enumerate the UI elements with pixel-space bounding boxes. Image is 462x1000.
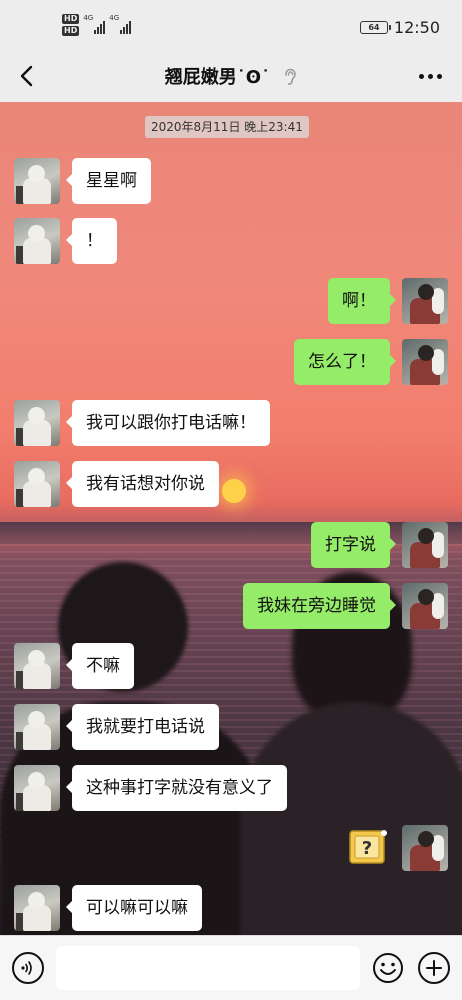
avatar[interactable] xyxy=(402,583,448,629)
chat-area[interactable]: 2020年8月11日 晚上23:41 星星啊 ！ 啊！ 怎么了！ 我可以跟你打电… xyxy=(0,102,462,935)
clock: 12:50 xyxy=(393,18,440,37)
signal-icon: 4G xyxy=(109,14,132,34)
more-dots-icon[interactable] xyxy=(416,64,444,88)
ear-mute-icon xyxy=(283,68,297,90)
battery-level: 64 xyxy=(368,23,380,32)
message-bubble[interactable]: 怎么了！ xyxy=(294,339,396,385)
message-row: 我妹在旁边睡觉 xyxy=(231,583,448,629)
avatar[interactable] xyxy=(402,522,448,568)
battery-icon: 64 xyxy=(359,21,391,34)
message-row: 这种事打字就没有意义了 xyxy=(14,765,299,811)
message-bubble[interactable]: 打字说 xyxy=(311,522,396,568)
hd-badge: HD xyxy=(62,14,80,24)
message-row: 可以嘛可以嘛 xyxy=(14,885,214,931)
chat-header: 翘屁嫩男˙ʘ˙ xyxy=(0,50,462,102)
avatar[interactable] xyxy=(14,885,60,931)
message-bubble[interactable]: 我有话想对你说 xyxy=(66,461,219,507)
message-row: 打字说 xyxy=(299,522,448,568)
message-bubble[interactable]: 我就要打电话说 xyxy=(66,704,219,750)
avatar[interactable] xyxy=(14,461,60,507)
avatar[interactable] xyxy=(14,765,60,811)
avatar[interactable] xyxy=(14,400,60,446)
avatar[interactable] xyxy=(402,278,448,324)
message-row: 啊！ xyxy=(316,278,448,324)
message-row: 星星啊 xyxy=(14,158,163,204)
avatar[interactable] xyxy=(14,218,60,264)
avatar[interactable] xyxy=(14,643,60,689)
voice-icon[interactable] xyxy=(12,952,44,984)
signal-group: HD HD 4G 4G xyxy=(62,14,132,36)
signal-icon: 4G xyxy=(83,14,106,34)
message-bubble[interactable]: 我可以跟你打电话嘛！ xyxy=(66,400,270,446)
chat-title[interactable]: 翘屁嫩男˙ʘ˙ xyxy=(165,67,270,88)
message-bubble[interactable]: 不嘛 xyxy=(66,643,134,689)
hd-indicators: HD HD xyxy=(62,14,80,36)
avatar[interactable] xyxy=(14,704,60,750)
network-type: 4G xyxy=(83,14,94,22)
status-bar: HD HD 4G 4G 64 12:50 xyxy=(0,0,462,50)
input-bar xyxy=(0,935,462,1000)
message-row: ? xyxy=(334,825,448,871)
message-row: 我可以跟你打电话嘛！ xyxy=(14,400,282,446)
svg-text:?: ? xyxy=(362,838,372,859)
message-bubble[interactable]: 我妹在旁边睡觉 xyxy=(243,583,396,629)
message-row: ！ xyxy=(14,218,129,264)
question-mark-sticker-icon[interactable]: ? xyxy=(346,825,390,869)
emoji-icon[interactable] xyxy=(372,952,404,984)
hd-badge: HD xyxy=(62,26,80,36)
message-row: 不嘛 xyxy=(14,643,146,689)
message-bubble[interactable]: ！ xyxy=(66,218,117,264)
message-bubble[interactable]: 啊！ xyxy=(328,278,396,324)
plus-icon[interactable] xyxy=(418,952,450,984)
background-silhouette xyxy=(240,702,462,935)
network-type: 4G xyxy=(109,14,120,22)
message-input[interactable] xyxy=(56,946,360,990)
message-bubble[interactable]: 这种事打字就没有意义了 xyxy=(66,765,287,811)
avatar[interactable] xyxy=(402,339,448,385)
message-timestamp: 2020年8月11日 晚上23:41 xyxy=(145,116,309,138)
message-row: 我就要打电话说 xyxy=(14,704,231,750)
message-row: 怎么了！ xyxy=(282,339,448,385)
message-bubble[interactable]: 可以嘛可以嘛 xyxy=(66,885,202,931)
message-row: 我有话想对你说 xyxy=(14,461,231,507)
message-bubble[interactable]: 星星啊 xyxy=(66,158,151,204)
avatar[interactable] xyxy=(14,158,60,204)
avatar[interactable] xyxy=(402,825,448,871)
